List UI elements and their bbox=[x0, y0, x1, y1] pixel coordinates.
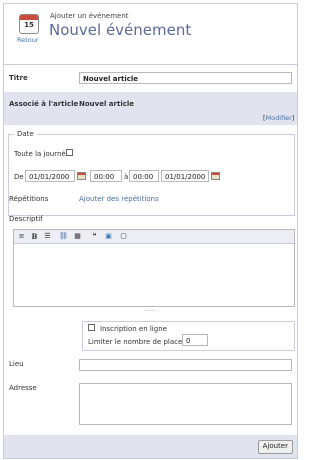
date-end-calendar-icon[interactable] bbox=[211, 172, 220, 180]
date-start-calendar-icon[interactable] bbox=[77, 172, 86, 180]
modifier-link[interactable]: [Modifier] bbox=[263, 114, 294, 122]
date-end-input[interactable]: 01/01/2000 bbox=[161, 170, 209, 182]
titre-label: Titre bbox=[9, 74, 28, 82]
form-footer: Ajouter bbox=[4, 435, 297, 458]
date-legend: Date bbox=[14, 130, 37, 138]
page-title: Nouvel événement bbox=[49, 21, 192, 39]
fullscreen-icon[interactable]: ▢ bbox=[119, 232, 128, 241]
bold-icon[interactable]: B bbox=[30, 232, 39, 241]
toute-journee-label: Toute la journée bbox=[14, 150, 71, 158]
associe-band bbox=[4, 92, 297, 125]
table-icon[interactable]: ▦ bbox=[73, 232, 82, 241]
limiter-label: Limiter le nombre de places bbox=[88, 338, 186, 346]
back-link[interactable]: Retour bbox=[17, 36, 39, 44]
calendar-icon[interactable]: 15 bbox=[19, 14, 39, 34]
image-icon[interactable]: ▣ bbox=[104, 232, 113, 241]
heading-icon[interactable]: ≡ bbox=[17, 232, 26, 241]
lieu-label: Lieu bbox=[9, 360, 24, 368]
de-label: De bbox=[14, 173, 24, 181]
associe-label: Associé à l'article bbox=[9, 100, 79, 108]
resize-grip[interactable]: ...... bbox=[144, 306, 155, 313]
editor-toolbar: ≡ B ☰ ⛓ ▦ ❝ ▣ ▢ bbox=[14, 230, 294, 244]
inscription-checkbox[interactable] bbox=[88, 324, 95, 331]
associe-value: Nouvel article bbox=[79, 100, 135, 108]
page-subtitle: Ajouter un événement bbox=[50, 12, 129, 20]
submit-button[interactable]: Ajouter bbox=[257, 440, 293, 454]
a-label: à bbox=[124, 173, 129, 181]
descriptif-editor[interactable]: ≡ B ☰ ⛓ ▦ ❝ ▣ ▢ bbox=[13, 229, 295, 307]
inscription-label: Inscription en ligne bbox=[100, 325, 167, 333]
adresse-label: Adresse bbox=[9, 384, 37, 392]
time-end-input[interactable]: 00:00 bbox=[129, 170, 159, 182]
quote-icon[interactable]: ❝ bbox=[90, 232, 99, 241]
limiter-input[interactable]: 0 bbox=[182, 334, 208, 346]
calendar-day: 15 bbox=[24, 21, 34, 29]
toute-journee-checkbox[interactable] bbox=[66, 149, 73, 156]
header: 15 Retour Ajouter un événement Nouvel év… bbox=[4, 4, 297, 64]
date-start-input[interactable]: 01/01/2000 bbox=[25, 170, 75, 182]
divider bbox=[4, 64, 297, 65]
time-start-input[interactable]: 00:00 bbox=[90, 170, 122, 182]
add-repetitions-link[interactable]: Ajouter des répétitions bbox=[79, 195, 159, 203]
titre-input[interactable]: Nouvel article bbox=[79, 72, 292, 84]
repetitions-label: Répétitions bbox=[9, 195, 49, 203]
list-icon[interactable]: ☰ bbox=[43, 232, 52, 241]
form-frame: 15 Retour Ajouter un événement Nouvel év… bbox=[3, 3, 298, 459]
link-icon[interactable]: ⛓ bbox=[59, 232, 68, 241]
adresse-textarea[interactable] bbox=[79, 383, 292, 425]
descriptif-label: Descriptif bbox=[9, 215, 43, 223]
lieu-input[interactable] bbox=[79, 359, 292, 371]
